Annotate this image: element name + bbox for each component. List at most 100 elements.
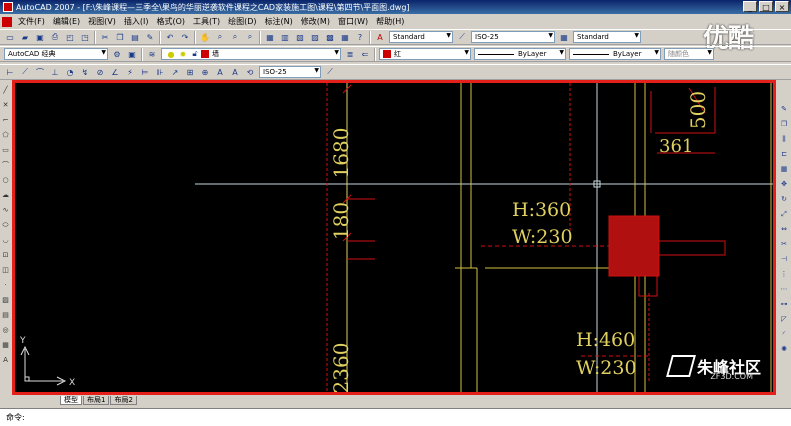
spline-icon[interactable]: ∿ bbox=[1, 206, 10, 215]
fillet-icon[interactable]: ◜ bbox=[779, 329, 789, 339]
copy-icon[interactable]: ❐ bbox=[114, 31, 126, 43]
preview-icon[interactable]: ◰ bbox=[64, 31, 76, 43]
zoom-realtime-icon[interactable]: ⌕ bbox=[214, 31, 226, 43]
center-mark-icon[interactable]: ⊕ bbox=[199, 66, 211, 78]
maximize-button[interactable]: □ bbox=[759, 1, 773, 12]
menu-view[interactable]: 视图(V) bbox=[84, 16, 120, 27]
line-icon[interactable]: ╱ bbox=[1, 86, 10, 95]
scale-icon[interactable]: ⤢ bbox=[779, 209, 789, 219]
plot-icon[interactable]: ⎙ bbox=[49, 31, 61, 43]
circle-icon[interactable]: ○ bbox=[1, 176, 10, 185]
markup-icon[interactable]: ▩ bbox=[324, 31, 336, 43]
close-button[interactable]: × bbox=[775, 1, 789, 12]
tab-model[interactable]: 模型 bbox=[60, 396, 82, 405]
arc-length-icon[interactable]: ⌒ bbox=[34, 66, 46, 78]
join-icon[interactable]: ⊶ bbox=[779, 299, 789, 309]
menu-tools[interactable]: 工具(T) bbox=[189, 16, 224, 27]
break-at-point-icon[interactable]: ⋮ bbox=[779, 269, 789, 279]
undo-icon[interactable]: ↶ bbox=[164, 31, 176, 43]
minimize-button[interactable]: _ bbox=[743, 1, 757, 12]
table-icon[interactable]: ▦ bbox=[1, 341, 10, 350]
menu-edit[interactable]: 编辑(E) bbox=[49, 16, 84, 27]
cut-icon[interactable]: ✂ bbox=[99, 31, 111, 43]
ellipse-arc-icon[interactable]: ◡ bbox=[1, 236, 10, 245]
pan-icon[interactable]: ✋ bbox=[199, 31, 211, 43]
menu-draw[interactable]: 绘图(D) bbox=[224, 16, 260, 27]
tab-layout1[interactable]: 布局1 bbox=[83, 396, 110, 405]
tool-palettes-icon[interactable]: ▧ bbox=[294, 31, 306, 43]
make-block-icon[interactable]: ◫ bbox=[1, 266, 10, 275]
gradient-icon[interactable]: ▤ bbox=[1, 311, 10, 320]
menu-modify[interactable]: 修改(M) bbox=[297, 16, 334, 27]
erase-icon[interactable]: ✎ bbox=[779, 104, 789, 114]
workspace-settings-icon[interactable]: ⚙ bbox=[111, 48, 123, 60]
continue-dim-icon[interactable]: ⊪ bbox=[154, 66, 166, 78]
region-icon[interactable]: ◎ bbox=[1, 326, 10, 335]
linetype-select[interactable]: ByLayer bbox=[474, 48, 566, 60]
menu-insert[interactable]: 插入(I) bbox=[120, 16, 153, 27]
diameter-dim-icon[interactable]: ⊘ bbox=[94, 66, 106, 78]
open-icon[interactable]: ▰ bbox=[19, 31, 31, 43]
qleader-icon[interactable]: ↗ bbox=[169, 66, 181, 78]
copy-object-icon[interactable]: ❐ bbox=[779, 119, 789, 129]
redo-icon[interactable]: ↷ bbox=[179, 31, 191, 43]
angular-dim-icon[interactable]: ∠ bbox=[109, 66, 121, 78]
offset-icon[interactable]: ⊏ bbox=[779, 149, 789, 159]
baseline-dim-icon[interactable]: ⊨ bbox=[139, 66, 151, 78]
array-icon[interactable]: ▦ bbox=[779, 164, 789, 174]
match-properties-icon[interactable]: ✎ bbox=[144, 31, 156, 43]
rotate-icon[interactable]: ↻ bbox=[779, 194, 789, 204]
design-center-icon[interactable]: ▥ bbox=[279, 31, 291, 43]
mtext-icon[interactable]: A bbox=[1, 356, 10, 365]
text-style-select[interactable]: Standard bbox=[389, 31, 453, 43]
break-icon[interactable]: ⋯ bbox=[779, 284, 789, 294]
calculator-icon[interactable]: ▦ bbox=[339, 31, 351, 43]
radius-dim-icon[interactable]: ◔ bbox=[64, 66, 76, 78]
ordinate-dim-icon[interactable]: ⊥ bbox=[49, 66, 61, 78]
layer-manager-icon[interactable]: ≋ bbox=[146, 48, 158, 60]
layer-previous-icon[interactable]: ⇐ bbox=[359, 48, 371, 60]
construction-line-icon[interactable]: ✕ bbox=[1, 101, 10, 110]
menu-format[interactable]: 格式(O) bbox=[152, 16, 189, 27]
quick-dim-icon[interactable]: ⚡ bbox=[124, 66, 136, 78]
move-icon[interactable]: ✥ bbox=[779, 179, 789, 189]
drawing-area[interactable]: 1680 180 2360 500 361 H:360 W:230 H:460 … bbox=[12, 80, 776, 395]
explode-icon[interactable]: ✺ bbox=[779, 344, 789, 354]
menu-file[interactable]: 文件(F) bbox=[14, 16, 49, 27]
menu-help[interactable]: 帮助(H) bbox=[372, 16, 408, 27]
dim-text-edit-icon[interactable]: A bbox=[229, 66, 241, 78]
extend-icon[interactable]: ⊣ bbox=[779, 254, 789, 264]
new-icon[interactable]: ▭ bbox=[4, 31, 16, 43]
my-workspace-icon[interactable]: ▣ bbox=[126, 48, 138, 60]
make-layer-current-icon[interactable]: ≣ bbox=[344, 48, 356, 60]
rectangle-icon[interactable]: ▭ bbox=[1, 146, 10, 155]
dim-update-icon[interactable]: ⟲ bbox=[244, 66, 256, 78]
save-icon[interactable]: ▣ bbox=[34, 31, 46, 43]
tab-layout2[interactable]: 布局2 bbox=[110, 396, 137, 405]
dim-edit-icon[interactable]: A bbox=[214, 66, 226, 78]
trim-icon[interactable]: ✂ bbox=[779, 239, 789, 249]
revcloud-icon[interactable]: ☁ bbox=[1, 191, 10, 200]
dim-style-select[interactable]: ISO-25 bbox=[471, 31, 555, 43]
polyline-icon[interactable]: ⌐ bbox=[1, 116, 10, 125]
table-style-select[interactable]: Standard bbox=[573, 31, 641, 43]
jogged-dim-icon[interactable]: ↯ bbox=[79, 66, 91, 78]
help-icon[interactable]: ? bbox=[354, 31, 366, 43]
linear-dim-icon[interactable]: ⊢ bbox=[4, 66, 16, 78]
mirror-icon[interactable]: ⫼ bbox=[779, 134, 789, 144]
arc-icon[interactable]: ⌒ bbox=[1, 161, 10, 170]
tolerance-icon[interactable]: ⊞ bbox=[184, 66, 196, 78]
ellipse-icon[interactable]: ⬭ bbox=[1, 221, 10, 230]
properties-icon[interactable]: ▦ bbox=[264, 31, 276, 43]
dimension-style-icon[interactable]: ⟋ bbox=[324, 66, 336, 78]
publish-icon[interactable]: ◳ bbox=[79, 31, 91, 43]
dim-style-control[interactable]: ISO-25 bbox=[259, 66, 321, 78]
workspace-select[interactable]: AutoCAD 经典 bbox=[4, 48, 108, 60]
plotstyle-select[interactable]: 随颜色 bbox=[664, 48, 714, 60]
point-icon[interactable]: · bbox=[1, 281, 10, 290]
menu-dimension[interactable]: 标注(N) bbox=[261, 16, 297, 27]
command-line[interactable]: 命令: bbox=[0, 408, 791, 426]
zoom-window-icon[interactable]: ⌕ bbox=[229, 31, 241, 43]
color-select[interactable]: 红 bbox=[379, 48, 471, 60]
polygon-icon[interactable]: ⬠ bbox=[1, 131, 10, 140]
